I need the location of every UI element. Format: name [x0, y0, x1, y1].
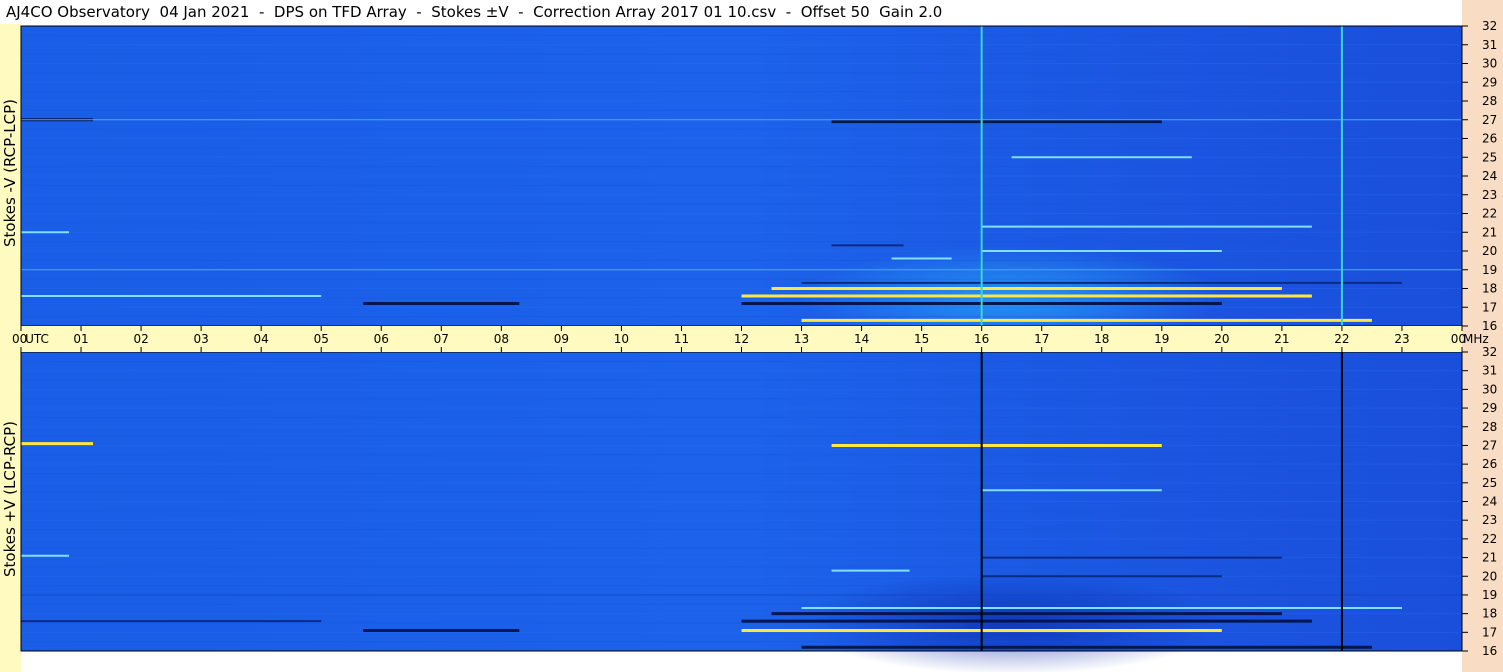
- y-tick-label: 18: [1482, 282, 1497, 296]
- y-unit-label: MHz: [1463, 332, 1489, 346]
- y-tick-label: 24: [1482, 495, 1497, 509]
- x-tick-label: 17: [1034, 332, 1049, 346]
- y-tick-label: 21: [1482, 551, 1497, 565]
- y-tick-label: 22: [1482, 207, 1497, 221]
- x-tick-label: 02: [133, 332, 148, 346]
- x-tick-label: 04: [254, 332, 269, 346]
- y-tick-label: 25: [1482, 476, 1497, 490]
- x-tick-label: 19: [1154, 332, 1169, 346]
- y-tick-label: 23: [1482, 188, 1497, 202]
- x-tick-label: 20: [1214, 332, 1229, 346]
- y-tick-label: 26: [1482, 457, 1497, 471]
- bottom-panel: [20, 351, 1463, 672]
- x-tick-label: 10: [614, 332, 629, 346]
- y-tick-label: 23: [1482, 513, 1497, 527]
- x-tick-label: 23: [1394, 332, 1409, 346]
- x-tick-label: 08: [494, 332, 509, 346]
- x-tick-label: 01: [73, 332, 88, 346]
- y-tick-label: 22: [1482, 532, 1497, 546]
- y-tick-label: 27: [1482, 438, 1497, 452]
- bottom-panel-y-axis: 32 31 30 29 28 27 26 25 24 23 22 21 20 19 18 17 16: [1462, 345, 1497, 658]
- y-tick-label: 29: [1482, 75, 1497, 89]
- y-tick-label: 30: [1482, 57, 1497, 71]
- y-tick-label: 29: [1482, 401, 1497, 415]
- x-tick-label: 05: [314, 332, 329, 346]
- x-tick-label: 15: [914, 332, 929, 346]
- y-tick-label: 19: [1482, 588, 1497, 602]
- y-tick-label: 31: [1482, 38, 1497, 52]
- x-tick-label: 12: [734, 332, 749, 346]
- x-tick-label: 06: [374, 332, 389, 346]
- y-tick-label: 21: [1482, 225, 1497, 239]
- x-tick-label: 18: [1094, 332, 1109, 346]
- y-tick-label: 28: [1482, 420, 1497, 434]
- y-tick-label: 32: [1482, 345, 1497, 359]
- x-tick-label: 11: [674, 332, 689, 346]
- x-axis-label: UTC: [25, 332, 49, 346]
- y-tick-label: 31: [1482, 364, 1497, 378]
- y-tick-label: 20: [1482, 569, 1497, 583]
- x-tick-label: 21: [1274, 332, 1289, 346]
- y-tick-label: 27: [1482, 113, 1497, 127]
- x-tick-label: 16: [974, 332, 989, 346]
- x-tick-label: 13: [794, 332, 809, 346]
- spectrogram-chart: 32 31 30 29 28 27 26 25 24 23 22 21 20 19 18 17 16 32 31 30…: [10, 19, 1497, 672]
- x-tick-label: 09: [554, 332, 569, 346]
- x-tick-label: 03: [193, 332, 208, 346]
- y-tick-label: 18: [1482, 607, 1497, 621]
- x-tick-label: 14: [854, 332, 869, 346]
- y-tick-label: 32: [1482, 19, 1497, 33]
- x-tick-label: 07: [434, 332, 449, 346]
- y-tick-label: 20: [1482, 244, 1497, 258]
- y-tick-label: 16: [1482, 319, 1497, 333]
- y-tick-label: 16: [1482, 644, 1497, 658]
- y-tick-label: 17: [1482, 300, 1497, 314]
- y-tick-label: 24: [1482, 169, 1497, 183]
- top-panel-y-axis: 32 31 30 29 28 27 26 25 24 23 22 21 20 19 18 17 16: [1462, 19, 1497, 333]
- y-tick-label: 28: [1482, 94, 1497, 108]
- y-tick-label: 17: [1482, 625, 1497, 639]
- y-tick-label: 19: [1482, 263, 1497, 277]
- y-tick-label: 30: [1482, 382, 1497, 396]
- x-axis: 00 01 02 03 04 05 06 07 08 09 10 11 12 13 14 15 16 17 18 19…: [10, 326, 1489, 352]
- y-tick-label: 26: [1482, 132, 1497, 146]
- y-tick-label: 25: [1482, 150, 1497, 164]
- x-tick-label: 22: [1334, 332, 1349, 346]
- top-panel: [20, 25, 1463, 350]
